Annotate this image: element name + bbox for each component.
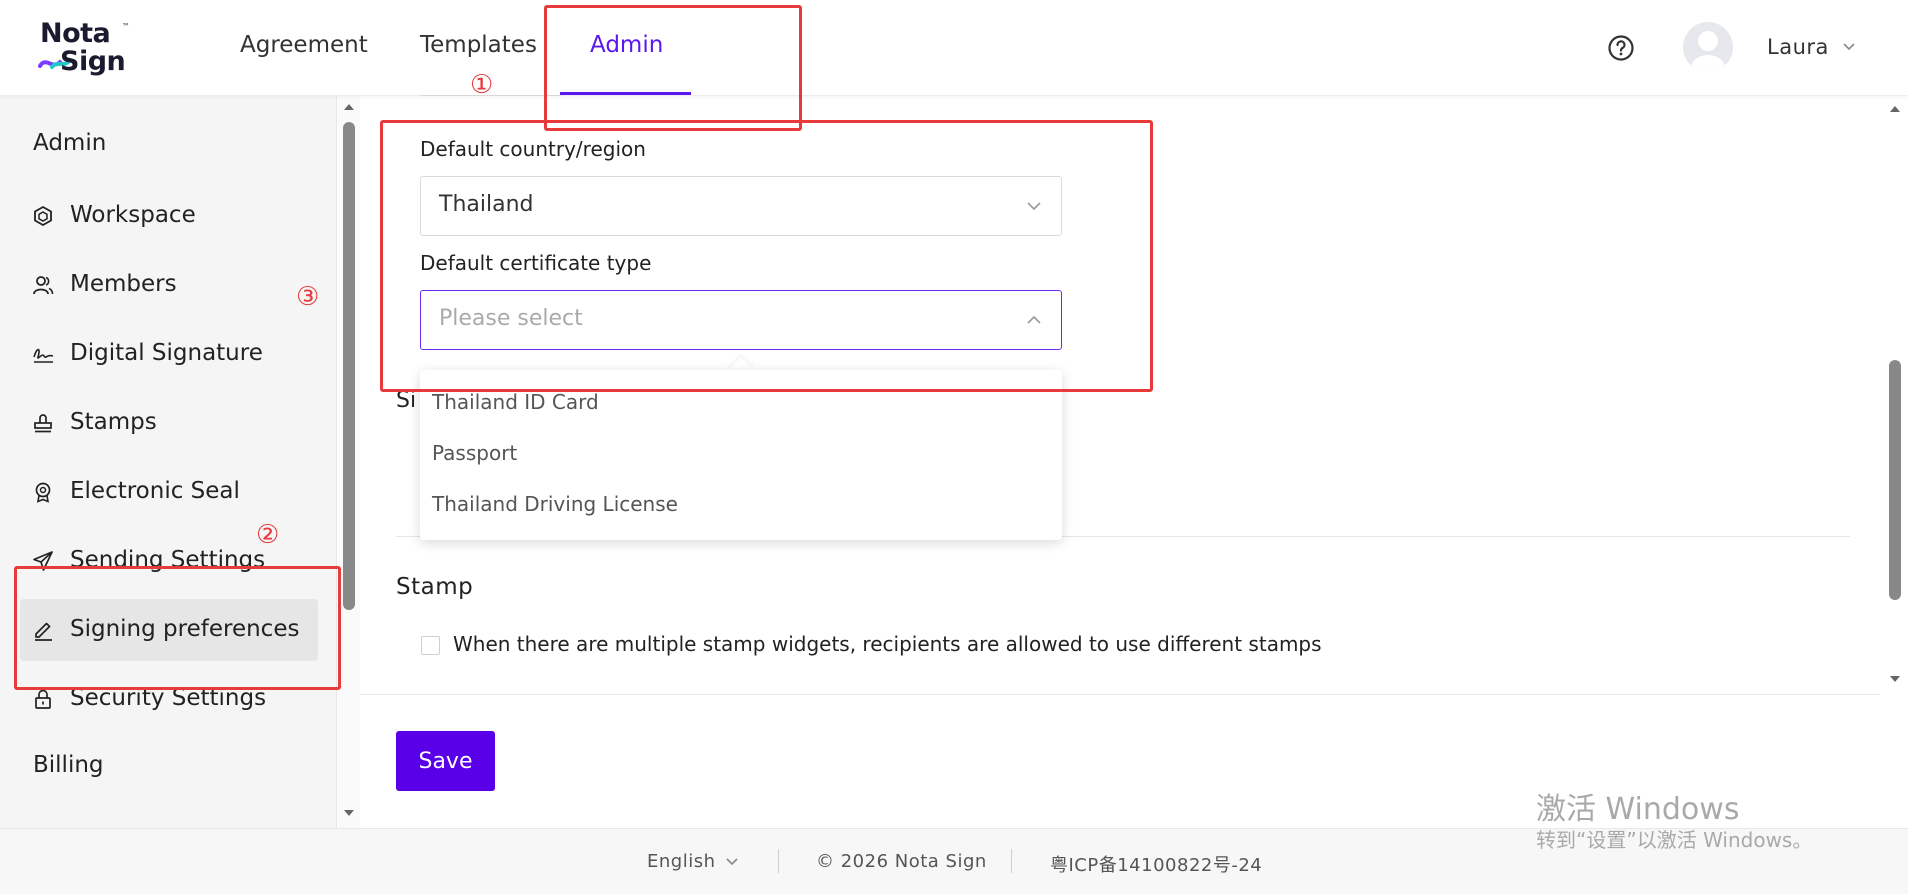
stamp-multiple-checkbox[interactable]	[421, 636, 440, 655]
scroll-down-arrow-icon[interactable]	[344, 810, 354, 816]
sidebar-item-digital-signature[interactable]: Digital Signature	[20, 323, 318, 385]
seal-icon	[35, 482, 51, 503]
save-button[interactable]: Save	[396, 731, 495, 791]
sidebar-item-label: Electronic Seal	[70, 478, 240, 504]
sidebar-item-members[interactable]: Members	[20, 254, 318, 316]
stamp-multiple-option-label: When there are multiple stamp widgets, r…	[453, 632, 1322, 656]
footer-separator	[1011, 849, 1012, 873]
icp-license-link[interactable]: 粤ICP备14100822号-24	[1050, 851, 1262, 877]
top-header: Nota ™ Sign Agreement Templates Admin La…	[0, 0, 1908, 96]
sidebar-item-electronic-seal[interactable]: Electronic Seal	[20, 461, 318, 523]
activation-watermark-subtitle: 转到“设置”以激活 Windows。	[1536, 828, 1813, 852]
copyright-text: © 2026 Nota Sign	[816, 851, 987, 872]
stamp-section-title: Stamp	[396, 574, 474, 600]
logo-trademark: ™	[122, 22, 130, 31]
scroll-up-arrow-icon[interactable]	[344, 104, 354, 110]
annotation-box-certificate-settings	[380, 120, 1153, 392]
workspace-icon	[34, 205, 52, 227]
admin-sidebar: Admin Workspace Members Digital Signatur…	[0, 96, 337, 828]
scroll-up-arrow-icon[interactable]	[1890, 106, 1900, 112]
sidebar-item-label: Members	[70, 271, 177, 297]
main-scrollbar-thumb[interactable]	[1889, 360, 1901, 600]
sidebar-section-admin: Admin	[33, 130, 107, 156]
certificate-type-dropdown: Thailand ID Card Passport Thailand Drivi…	[420, 370, 1062, 540]
members-icon	[33, 276, 54, 295]
dropdown-option-thailand-driving-license[interactable]: Thailand Driving License	[432, 492, 678, 516]
help-icon[interactable]	[1607, 34, 1635, 62]
annotation-box-admin-tab	[544, 5, 802, 131]
chevron-down-icon[interactable]	[1842, 42, 1856, 52]
sidebar-item-workspace[interactable]: Workspace	[20, 185, 318, 247]
annotation-number-2: ②	[256, 520, 280, 550]
lock-icon	[35, 689, 51, 709]
nav-agreement[interactable]: Agreement	[240, 32, 368, 58]
avatar[interactable]	[1683, 22, 1733, 72]
annotation-box-signing-preferences	[14, 566, 341, 690]
signature-icon	[33, 348, 54, 363]
language-selector[interactable]: English	[647, 851, 716, 872]
annotation-number-3: ③	[296, 282, 320, 312]
dropdown-option-thailand-id-card[interactable]: Thailand ID Card	[432, 390, 599, 414]
nota-sign-logo[interactable]: Nota ™ Sign	[38, 18, 138, 80]
footer-separator	[778, 849, 779, 873]
stamp-icon	[34, 414, 52, 433]
user-silhouette-icon	[1691, 31, 1725, 72]
annotation-number-1: ①	[470, 70, 494, 100]
logo-text-line2: Sign	[60, 46, 126, 77]
action-bar-divider	[360, 694, 1880, 695]
activation-watermark-title: 激活 Windows	[1536, 792, 1740, 827]
sidebar-scrollbar-thumb[interactable]	[343, 122, 355, 610]
sidebar-item-label: Digital Signature	[70, 340, 263, 366]
logo-text-line1: Nota	[40, 18, 111, 49]
sidebar-section-billing: Billing	[33, 752, 104, 778]
sidebar-item-stamps[interactable]: Stamps	[20, 392, 318, 454]
scroll-down-arrow-icon[interactable]	[1890, 676, 1900, 682]
nav-templates[interactable]: Templates	[420, 32, 537, 58]
dropdown-option-passport[interactable]: Passport	[432, 441, 517, 465]
chevron-down-icon[interactable]	[725, 857, 739, 867]
sidebar-item-label: Workspace	[70, 202, 196, 228]
user-name[interactable]: Laura	[1767, 35, 1829, 59]
sidebar-item-label: Stamps	[70, 409, 157, 435]
